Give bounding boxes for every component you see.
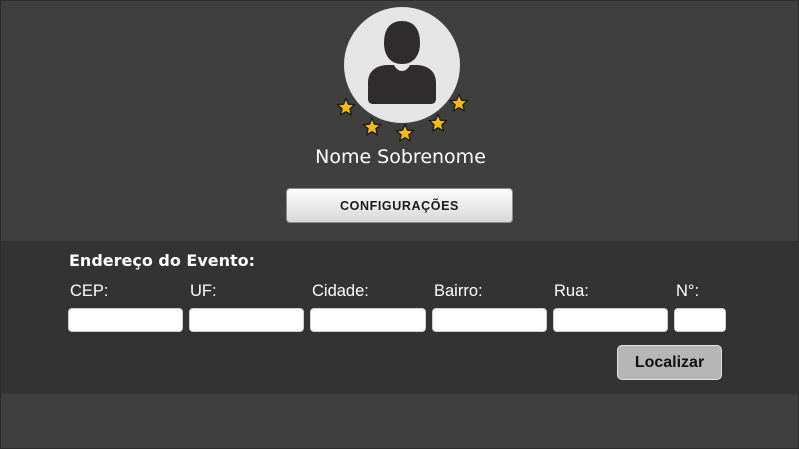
rating-star-1: [336, 97, 356, 117]
cep-label: CEP:: [70, 282, 109, 300]
event-address-panel: Endereço do Evento: CEP: UF: Cidade: Bai…: [1, 241, 799, 394]
city-input[interactable]: [310, 308, 426, 332]
rating-star-3: [395, 123, 415, 143]
neighborhood-input[interactable]: [432, 308, 547, 332]
star-icon: [449, 93, 469, 112]
neighborhood-label: Bairro:: [434, 282, 483, 300]
number-label: N°:: [676, 282, 700, 300]
rating-star-5: [449, 93, 469, 113]
street-input[interactable]: [553, 308, 668, 332]
number-input[interactable]: [674, 308, 726, 332]
settings-button[interactable]: CONFIGURAÇÕES: [286, 188, 513, 223]
cep-input[interactable]: [68, 308, 183, 332]
star-icon: [362, 117, 382, 136]
city-label: Cidade:: [312, 282, 369, 300]
avatar[interactable]: [344, 7, 460, 123]
search-address-button[interactable]: Localizar: [617, 345, 722, 380]
star-icon: [428, 113, 448, 132]
uf-input[interactable]: [189, 308, 304, 332]
profile-avatar-group: [332, 7, 472, 143]
street-label: Rua:: [554, 282, 589, 300]
star-icon: [336, 97, 356, 116]
section-title: Endereço do Evento:: [69, 251, 256, 270]
user-name: Nome Sobrenome: [315, 146, 486, 168]
rating-star-2: [362, 117, 382, 137]
rating-star-4: [428, 113, 448, 133]
app-window: Nome Sobrenome CONFIGURAÇÕES Endereço do…: [0, 0, 799, 449]
user-avatar-icon: [368, 21, 436, 104]
star-icon: [395, 123, 415, 142]
uf-label: UF:: [190, 282, 217, 300]
